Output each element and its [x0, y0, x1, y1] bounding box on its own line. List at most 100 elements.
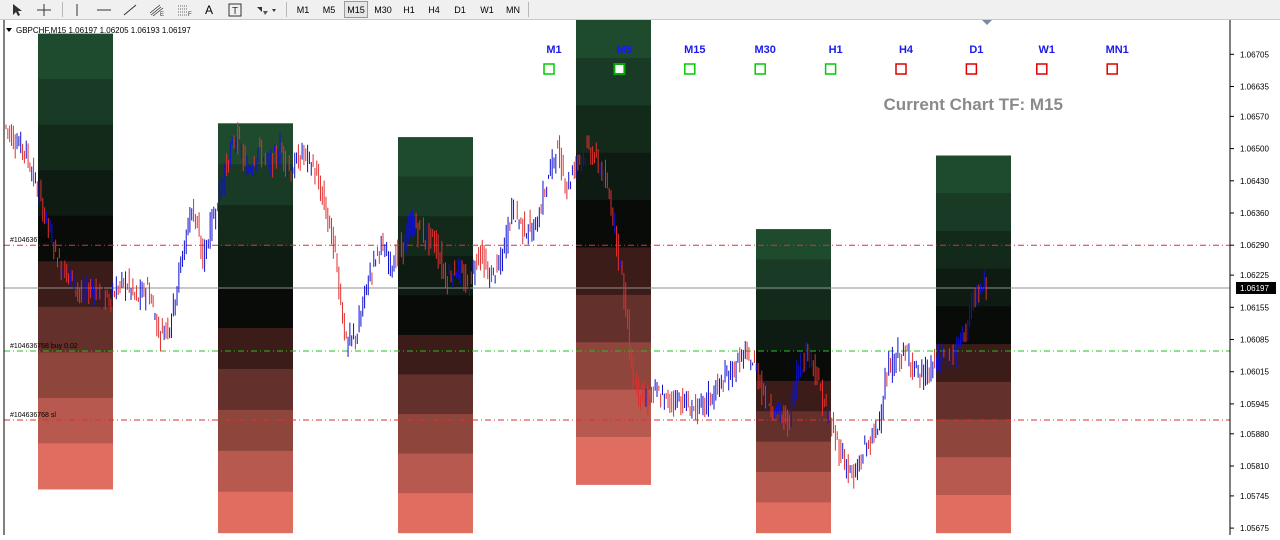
y-tick-label: 1.06430: [1240, 177, 1269, 186]
zone-band: [38, 443, 113, 490]
y-tick-label: 1.05880: [1240, 430, 1269, 439]
tf-down-indicator-icon: [895, 63, 907, 75]
zone-band: [398, 453, 473, 494]
zone-band: [756, 441, 831, 473]
zone-band: [936, 494, 1011, 534]
zone-band: [218, 205, 293, 247]
y-tick-label: 1.06360: [1240, 209, 1269, 218]
tf-up-indicator-icon: [824, 63, 837, 75]
tf-label-h4: H4: [899, 44, 914, 56]
zone-band: [218, 450, 293, 493]
tf-up-indicator-icon: [613, 63, 626, 75]
svg-text:T: T: [232, 6, 238, 17]
y-tick-label: 1.06500: [1240, 145, 1269, 154]
tf-label-mn1: MN1: [1106, 44, 1129, 56]
channel-icon[interactable]: E: [146, 1, 168, 18]
drawing-toolbar: E F A T M1 M5 M15 M30 H1 H4 D1 W1 MN: [0, 0, 1280, 20]
zone-band: [936, 306, 1011, 345]
zone-band: [576, 200, 651, 248]
svg-text:E: E: [160, 12, 164, 17]
zone-band: [218, 409, 293, 452]
y-tick-label: 1.05945: [1240, 400, 1269, 409]
zone-band: [576, 152, 651, 201]
y-tick-label: 1.06635: [1240, 83, 1269, 92]
current-price-label: 1.06197: [1240, 284, 1269, 293]
zone-band: [936, 381, 1011, 421]
zone-band: [756, 289, 831, 321]
zone-band: [38, 397, 113, 444]
zone-band: [398, 137, 473, 178]
tf-button-h1[interactable]: H1: [398, 1, 420, 18]
tf-label-d1: D1: [969, 44, 983, 56]
zone-band: [936, 155, 1011, 194]
zone-band: [398, 493, 473, 534]
zone-band: [38, 33, 113, 80]
tf-down-indicator-icon: [1036, 63, 1048, 75]
trade-line-label: #104636768 buy 0.02: [10, 343, 78, 350]
zone-band: [936, 457, 1011, 496]
tf-button-m30[interactable]: M30: [371, 1, 395, 18]
tf-button-m15[interactable]: M15: [344, 1, 368, 18]
zone-band: [576, 342, 651, 391]
zone-band: [218, 328, 293, 370]
tf-label-m15: M15: [684, 44, 705, 56]
zone-band: [756, 320, 831, 352]
chart-window[interactable]: #104636768 tp #104636768 buy 0.02 #1046367…: [0, 10, 1280, 535]
y-tick-label: 1.05675: [1240, 524, 1269, 533]
zone-band: [576, 10, 651, 59]
tf-label-m1: M1: [546, 44, 561, 56]
tf-up-indicator-icon: [543, 63, 555, 75]
y-tick-label: 1.05810: [1240, 462, 1269, 471]
y-tick-label: 1.06155: [1240, 303, 1269, 312]
text-label-icon[interactable]: T: [226, 1, 244, 18]
current-tf-label: Current Chart TF: M15: [884, 95, 1063, 114]
chart-header: GBPCHF,M15 1.06197 1.06205 1.06193 1.061…: [16, 26, 191, 35]
zone-band: [936, 419, 1011, 458]
tf-label-h1: H1: [829, 44, 843, 56]
y-tick-label: 1.06225: [1240, 271, 1269, 280]
svg-text:F: F: [188, 12, 192, 17]
tf-button-w1[interactable]: W1: [476, 1, 498, 18]
zone-band: [218, 491, 293, 534]
shapes-dropdown-icon[interactable]: [252, 1, 280, 18]
tf-down-indicator-icon: [965, 63, 978, 75]
text-icon[interactable]: A: [200, 1, 218, 18]
y-tick-label: 1.06705: [1240, 50, 1269, 59]
zone-band: [398, 216, 473, 257]
arrow-cursor-icon[interactable]: [8, 1, 26, 18]
tf-down-indicator-icon: [1106, 63, 1118, 75]
zone-band: [398, 295, 473, 336]
crosshair-icon[interactable]: [34, 1, 54, 18]
zone-band: [756, 259, 831, 291]
tf-button-m1[interactable]: M1: [292, 1, 314, 18]
zone-band: [38, 352, 113, 399]
vertical-line-icon[interactable]: [68, 1, 86, 18]
tf-up-indicator-icon: [684, 63, 696, 75]
zone-band: [756, 411, 831, 443]
horizontal-line-icon[interactable]: [94, 1, 114, 18]
zone-band: [576, 437, 651, 485]
tf-label-m30: M30: [754, 44, 775, 56]
price-chart[interactable]: #104636768 tp #104636768 buy 0.02 #1046367…: [0, 10, 1280, 535]
zone-band: [936, 193, 1011, 232]
zone-band: [756, 471, 831, 503]
zone-band: [576, 389, 651, 438]
y-tick-label: 1.06570: [1240, 112, 1269, 121]
zone-band: [576, 294, 651, 343]
tf-button-h4[interactable]: H4: [423, 1, 445, 18]
tf-up-indicator-icon: [754, 63, 766, 75]
y-tick-label: 1.06085: [1240, 336, 1269, 345]
zone-band: [756, 350, 831, 382]
zone-band: [38, 79, 113, 126]
zone-band: [398, 176, 473, 217]
zone-band: [218, 287, 293, 329]
tf-button-mn[interactable]: MN: [502, 1, 524, 18]
y-tick-label: 1.06015: [1240, 368, 1269, 377]
tf-button-m5[interactable]: M5: [318, 1, 340, 18]
fibonacci-icon[interactable]: F: [174, 1, 196, 18]
trendline-icon[interactable]: [120, 1, 140, 18]
zone-band: [756, 502, 831, 534]
tf-button-d1[interactable]: D1: [449, 1, 471, 18]
zone-band: [398, 334, 473, 375]
y-tick-label: 1.05745: [1240, 492, 1269, 501]
